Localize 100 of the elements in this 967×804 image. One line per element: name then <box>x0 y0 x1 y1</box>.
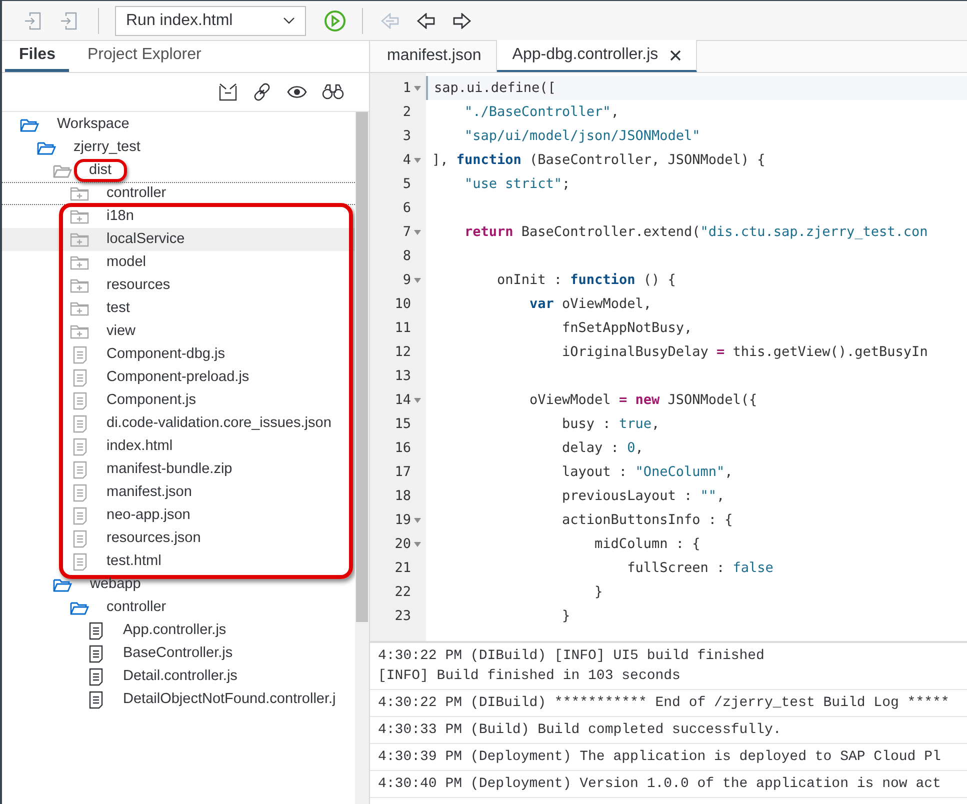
code-line: sap.ui.define([ <box>434 78 556 98</box>
tree-item[interactable]: view <box>2 320 355 343</box>
line-number: 6 <box>402 198 411 218</box>
back-arrow-icon <box>416 12 436 28</box>
link-icon <box>252 82 272 102</box>
forward-arrow-icon <box>452 12 472 28</box>
code-line: layout : "OneColumn", <box>561 462 733 482</box>
code-line: fnSetAppNotBusy, <box>561 318 692 338</box>
line-number: 13 <box>394 366 411 386</box>
editor-tab[interactable]: App-dbg.controller.js <box>497 40 698 72</box>
file-icon <box>72 552 86 570</box>
open-folder-icon <box>53 576 73 592</box>
tree-item[interactable]: test.html <box>2 550 355 573</box>
tree-item[interactable]: resources <box>2 274 355 297</box>
fold-arrow-icon[interactable] <box>414 542 421 546</box>
line-number: 11 <box>394 318 411 338</box>
item-label: manifest-bundle.zip <box>106 460 232 479</box>
log-line: 4:30:39 PM (Deployment) The application is deployed to SAP Cloud Pl <box>378 748 942 767</box>
file-icon <box>89 644 103 662</box>
fold-arrow-icon[interactable] <box>414 518 421 522</box>
file-icon <box>72 368 86 386</box>
fold-arrow-icon[interactable] <box>414 158 421 162</box>
collapse-all-button[interactable] <box>219 83 237 101</box>
search-button[interactable] <box>322 84 344 100</box>
item-label: localService <box>106 230 185 249</box>
line-number: 7 <box>402 222 411 242</box>
code-line: busy : true, <box>561 414 660 434</box>
tree-item[interactable]: zjerry_test <box>2 136 355 159</box>
tree-item[interactable]: neo-app.json <box>2 504 355 527</box>
tree-item[interactable]: index.html <box>2 435 355 458</box>
item-label: Workspace <box>57 114 130 134</box>
item-label: BaseController.js <box>123 644 233 663</box>
tree-item[interactable]: Workspace <box>2 113 355 136</box>
code-line: fullScreen : false <box>626 558 774 578</box>
code-line: delay : 0, <box>561 438 644 458</box>
item-label: DetailObjectNotFound.controller.j <box>123 690 336 709</box>
export-icon <box>60 12 78 30</box>
tree-item[interactable]: BaseController.js <box>2 642 355 665</box>
tree-item[interactable]: controller <box>2 182 355 205</box>
tree-item[interactable]: controller <box>2 596 355 619</box>
fold-arrow-icon[interactable] <box>414 398 421 402</box>
run-select[interactable]: Run index.html <box>115 6 306 36</box>
tree-item[interactable]: manifest-bundle.zip <box>2 458 355 481</box>
line-number: 17 <box>394 462 411 482</box>
file-icon <box>72 460 86 478</box>
line-number: 18 <box>394 486 411 506</box>
file-icon <box>72 438 86 456</box>
tree-item[interactable]: Component.js <box>2 389 355 412</box>
log-line: 4:30:22 PM (DIBuild) [INFO] UI5 build finished <box>378 647 766 666</box>
chevron-down-icon <box>283 16 295 24</box>
file-icon <box>72 506 86 524</box>
code-line: actionButtonsInfo : { <box>561 510 733 530</box>
tree-item[interactable]: DetailObjectNotFound.controller.j <box>2 688 355 711</box>
fold-arrow-icon[interactable] <box>414 230 421 234</box>
tree-item[interactable]: di.code-validation.core_issues.json <box>2 412 355 435</box>
eye-icon <box>287 85 307 99</box>
panel-tab[interactable]: Project Explorer <box>73 41 216 72</box>
file-icon <box>72 346 86 364</box>
item-label: resources <box>106 276 170 295</box>
tree-item[interactable]: webapp <box>2 573 355 596</box>
show-hidden-button[interactable] <box>287 85 307 99</box>
fold-arrow-icon[interactable] <box>414 278 421 282</box>
item-label: controller <box>106 184 166 203</box>
item-label: i18n <box>106 206 134 226</box>
tree-item[interactable]: App.controller.js <box>2 619 355 642</box>
tree-item[interactable]: test <box>2 297 355 320</box>
code-line: "sap/ui/model/json/JSONModel" <box>464 126 700 146</box>
run-button[interactable] <box>322 8 348 34</box>
link-button[interactable] <box>252 82 272 102</box>
open-folder-icon <box>53 162 73 178</box>
tree-item[interactable]: Component-preload.js <box>2 366 355 389</box>
fold-arrow-icon[interactable] <box>414 86 421 90</box>
item-label: webapp <box>90 574 141 594</box>
close-icon[interactable] <box>670 50 682 60</box>
tree-item[interactable]: Detail.controller.js <box>2 665 355 688</box>
tree-item[interactable]: Component-dbg.js <box>2 343 355 366</box>
tree-item[interactable]: i18n <box>2 205 355 228</box>
tree-item[interactable]: dist <box>2 159 355 182</box>
tree-item[interactable]: model <box>2 251 355 274</box>
item-label: dist <box>74 159 127 182</box>
tree-item[interactable]: manifest.json <box>2 481 355 504</box>
tree-item[interactable]: localService <box>2 228 355 251</box>
item-label: controller <box>106 598 166 617</box>
item-label: Component.js <box>106 390 196 410</box>
collapse-icon <box>219 83 237 101</box>
open-folder-icon <box>36 140 56 156</box>
log-line: 4:30:22 PM (DIBuild) *********** End of /zjerry_test Build Log ***** <box>378 694 950 713</box>
panel-tab[interactable]: Files <box>5 41 70 72</box>
tab-label: App-dbg.controller.js <box>512 45 658 65</box>
line-number: 4 <box>402 150 411 170</box>
file-icon <box>72 484 86 502</box>
scrollbar[interactable] <box>355 112 369 804</box>
binoculars-icon <box>322 84 344 100</box>
code-line: var oViewModel, <box>528 294 652 314</box>
tree-item[interactable]: resources.json <box>2 527 355 550</box>
code-line: } <box>561 606 570 626</box>
line-number: 21 <box>394 558 411 578</box>
item-label: zjerry_test <box>74 138 140 157</box>
item-label: manifest.json <box>106 482 192 502</box>
double-back-arrow-icon <box>380 12 400 28</box>
